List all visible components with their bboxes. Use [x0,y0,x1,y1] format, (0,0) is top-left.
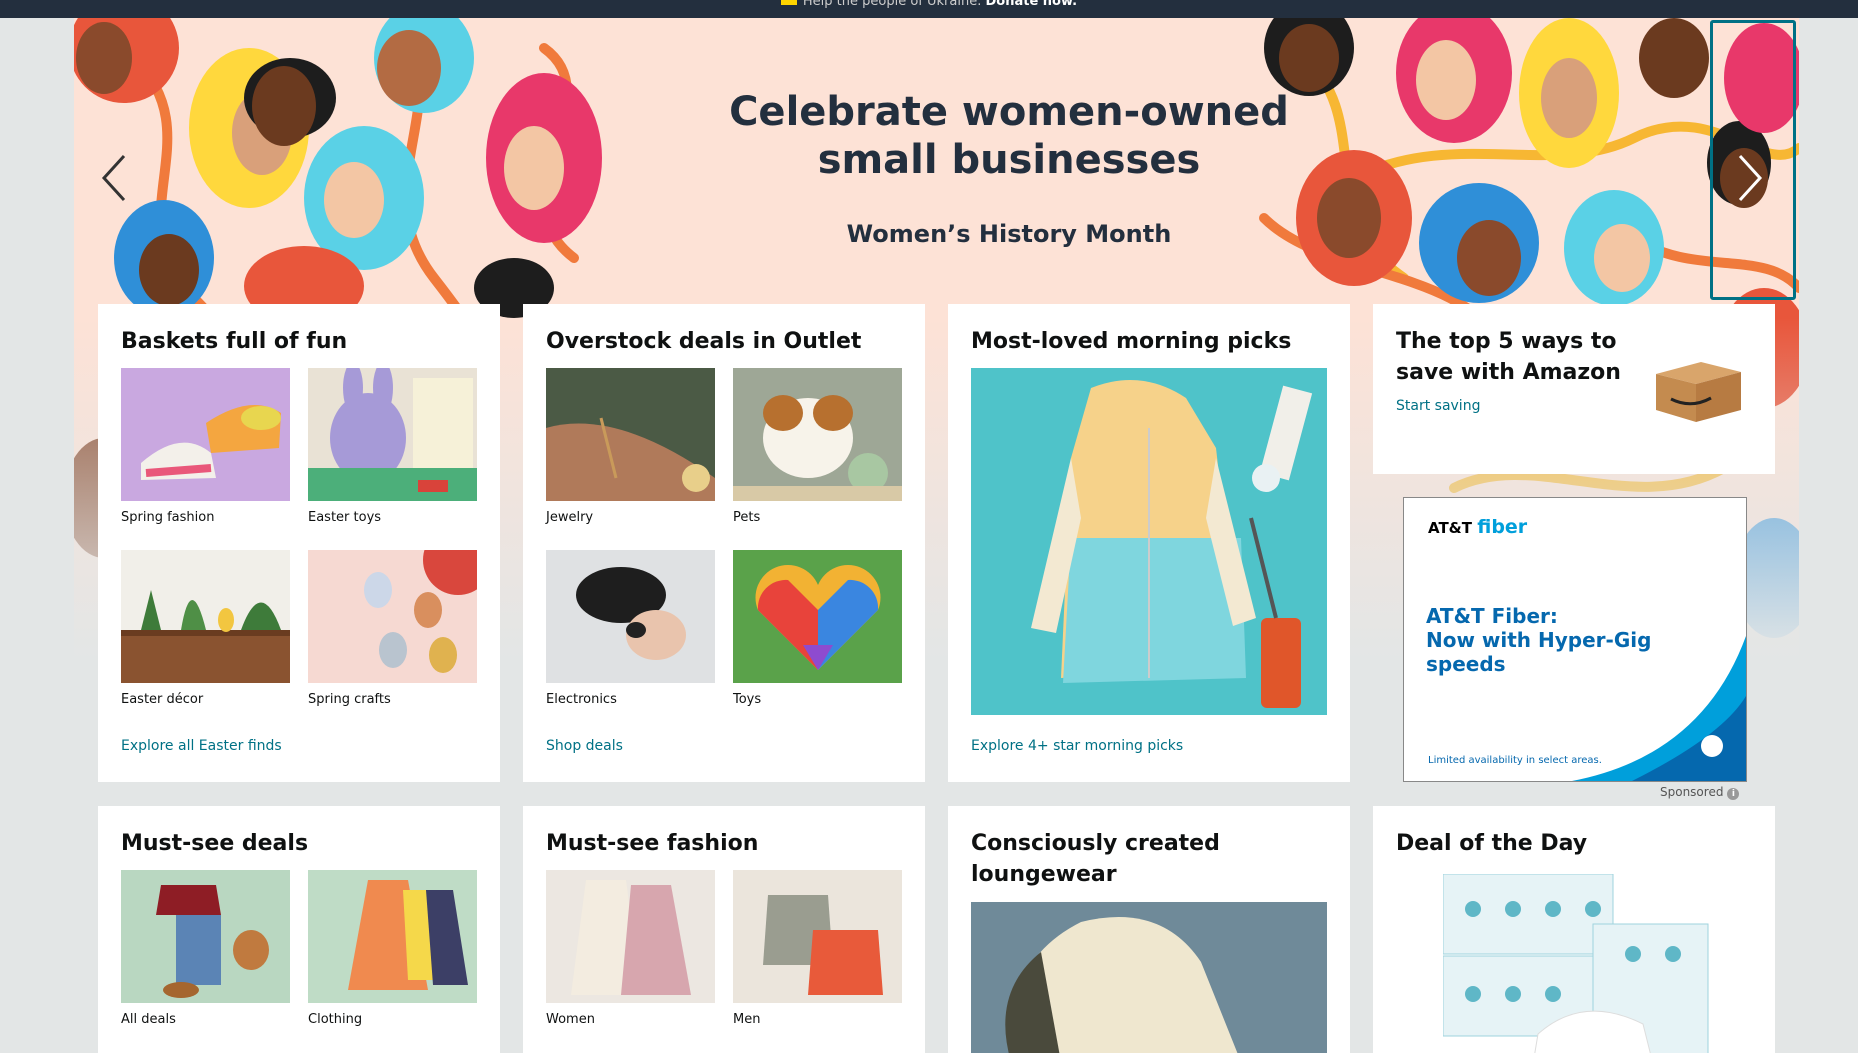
card-save-with-amazon: The top 5 ways to save with Amazon Start… [1373,304,1775,474]
clothing-image [308,870,477,1003]
hero-title-line2: small businesses [817,137,1201,183]
ukraine-flag-icon [780,0,797,5]
quad-label: Toys [733,692,762,707]
quad-label: Easter toys [308,510,382,525]
quad-label: Spring fashion [121,510,215,525]
easter-decor-image [121,550,290,683]
hero-subtitle: Women’s History Month [846,220,1172,248]
card-title[interactable]: Consciously created loungewear [971,828,1327,890]
quad-spring-crafts[interactable]: Spring crafts [308,550,478,707]
quad-easter-toys[interactable]: Easter toys [308,368,478,525]
quad-electronics[interactable]: Electronics [546,550,716,707]
card-title-line1: The top 5 ways to [1396,329,1617,354]
hero-title[interactable]: Celebrate women-owned small businesses [574,88,1444,184]
carousel-next-button[interactable] [1730,148,1770,208]
card-title[interactable]: Baskets full of fun [121,326,477,357]
card-loungewear: Consciously created loungewear [948,806,1350,1053]
easter-toys-image [308,368,477,501]
quad-label: Men [733,1012,761,1027]
carousel-prev-button[interactable] [94,148,134,208]
loungewear-image[interactable] [971,902,1327,1053]
card-title[interactable]: Overstock deals in Outlet [546,326,902,357]
quad-men[interactable]: Men [733,870,903,1027]
quad-jewelry[interactable]: Jewelry [546,368,716,525]
morning-picks-image[interactable] [971,368,1327,715]
card-title[interactable]: Deal of the Day [1396,828,1752,859]
toys-image [733,550,902,683]
explore-morning-link[interactable]: Explore 4+ star morning picks [971,738,1183,754]
sponsored-text: Sponsored [1660,785,1724,799]
card-must-see-fashion: Must-see fashion Women Men [523,806,925,1053]
quad-label: Jewelry [546,510,594,525]
spring-fashion-image [121,368,290,501]
info-icon[interactable]: i [1727,788,1740,800]
spring-crafts-image [308,550,477,683]
start-saving-link[interactable]: Start saving [1396,398,1480,414]
quad-label: Easter décor [121,692,204,707]
quad-label: Clothing [308,1012,363,1027]
card-outlet: Overstock deals in Outlet Jewelry Pets E… [523,304,925,782]
quad-toys[interactable]: Toys [733,550,903,707]
quad-women[interactable]: Women [546,870,716,1027]
pets-image [733,368,902,501]
card-baskets: Baskets full of fun Spring fashion Easte… [98,304,500,782]
top-banner-strip: Help the people of Ukraine. Donate now. [0,0,1858,18]
card-title[interactable]: Most-loved morning picks [971,326,1327,357]
quad-label: Pets [733,510,761,525]
sponsored-label[interactable]: Sponsored i [1660,785,1740,800]
banner-text: Help the people of Ukraine. [802,0,982,9]
quad-label: All deals [121,1012,176,1027]
quad-easter-decor[interactable]: Easter décor [121,550,291,707]
card-must-see-deals: Must-see deals All deals Clothing [98,806,500,1053]
all-deals-image [121,870,290,1003]
card-title-line1: Consciously created [971,831,1220,856]
hero-title-line1: Celebrate women-owned [729,89,1289,135]
card-title[interactable]: Must-see deals [121,828,477,859]
ad-swoosh-graphic [1572,636,1746,781]
electronics-image [546,550,715,683]
chevron-right-icon [1738,154,1763,202]
quad-pets[interactable]: Pets [733,368,903,525]
card-deal-of-the-day: Deal of the Day [1373,806,1775,1053]
card-title[interactable]: Must-see fashion [546,828,902,859]
ad-fine-print: Limited availability in select areas. [1428,755,1602,766]
explore-easter-link[interactable]: Explore all Easter finds [121,738,282,754]
women-image [546,870,715,1003]
shop-deals-link[interactable]: Shop deals [546,738,623,754]
card-title-line2: loungewear [971,862,1117,887]
card-morning-picks: Most-loved morning picks Explore 4+ star… [948,304,1350,782]
chevron-left-icon [101,154,126,202]
quad-label: Spring crafts [308,692,391,707]
quad-label: Electronics [546,692,617,707]
quad-spring-fashion[interactable]: Spring fashion [121,368,291,525]
men-image [733,870,902,1003]
att-fiber-ad[interactable]: AT&T fiber AT&T Fiber: Now with Hyper-Gi… [1403,497,1747,782]
quad-clothing[interactable]: Clothing [308,870,478,1027]
amazon-box-image[interactable] [1641,354,1751,424]
quad-all-deals[interactable]: All deals [121,870,291,1027]
jewelry-image [546,368,715,501]
donate-link[interactable]: Donate now. [985,0,1077,9]
quad-label: Women [546,1012,595,1027]
deal-of-the-day-image[interactable] [1443,874,1713,1053]
